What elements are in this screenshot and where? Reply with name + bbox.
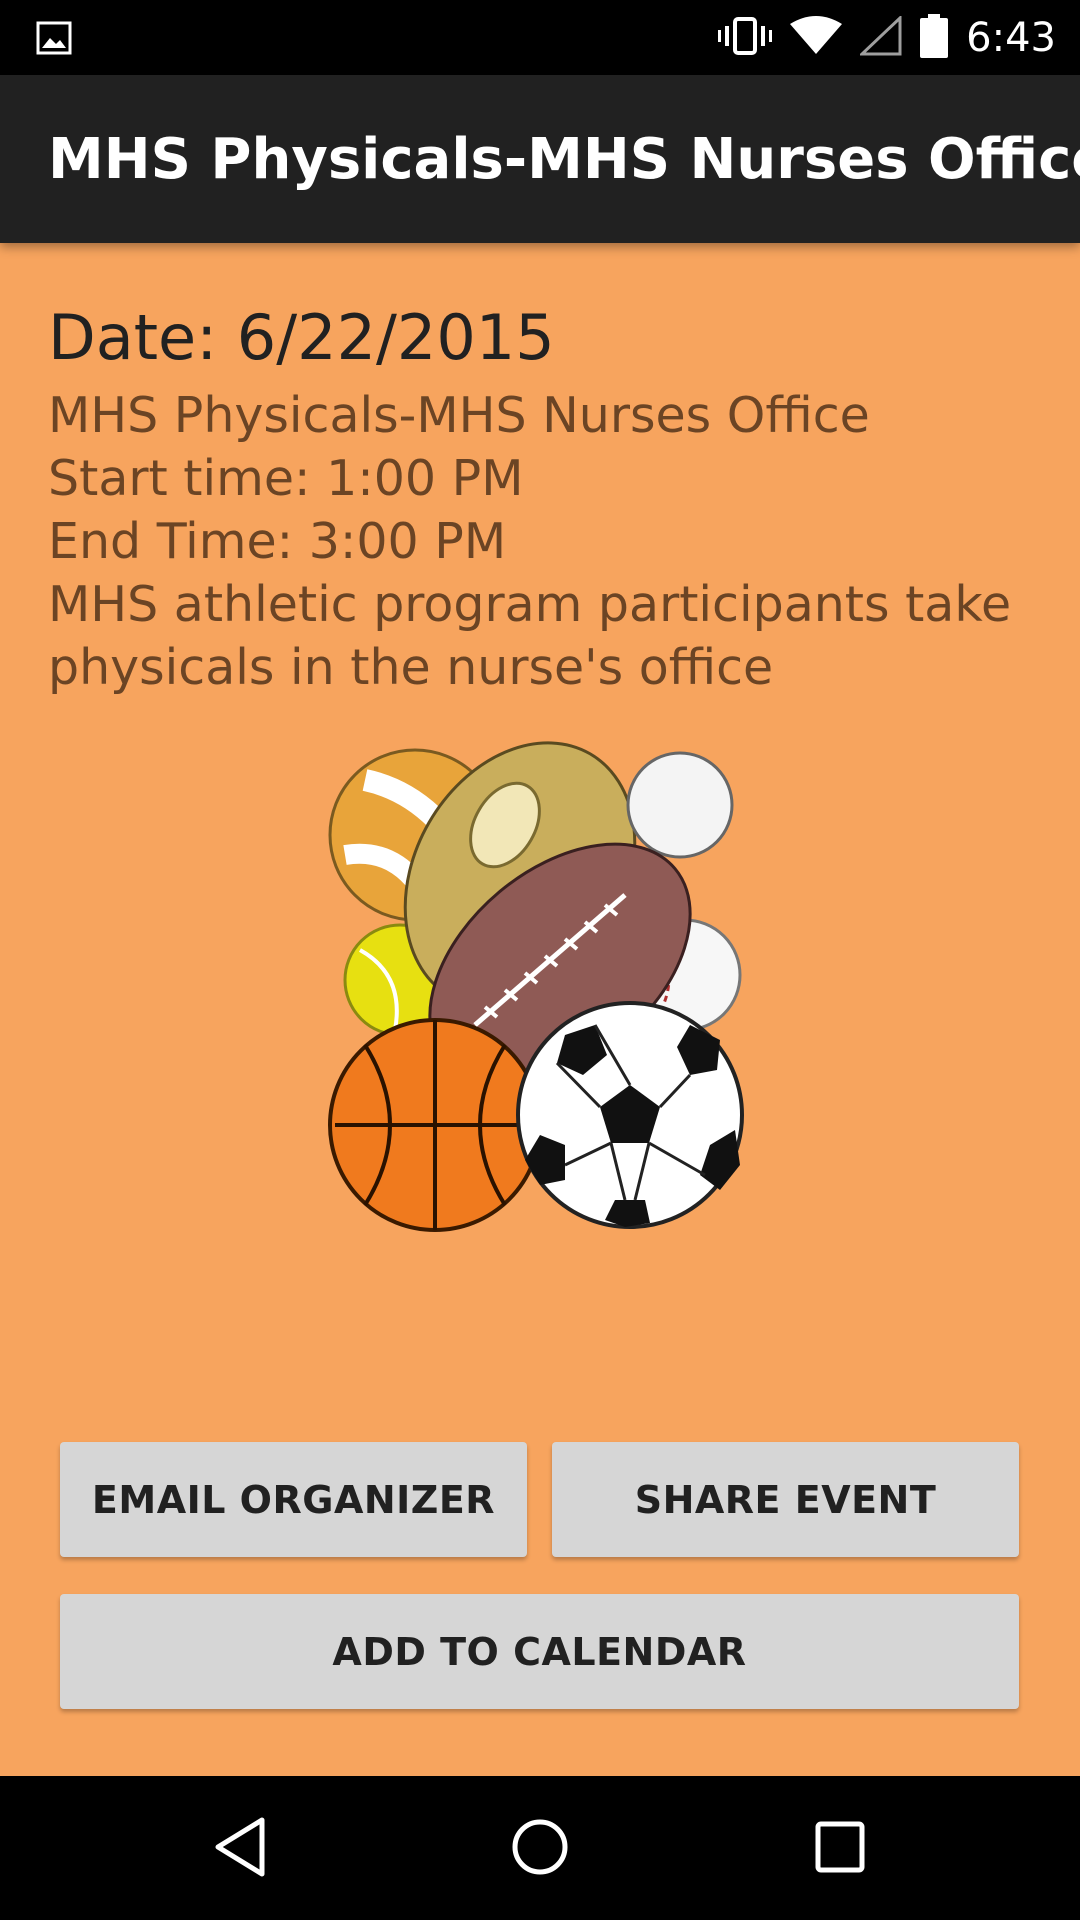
- event-description: MHS athletic program participants take p…: [48, 576, 1012, 696]
- image-icon: [36, 20, 72, 60]
- back-icon[interactable]: [210, 1812, 270, 1886]
- home-icon[interactable]: [505, 1812, 575, 1886]
- status-bar: 6:43: [0, 0, 1080, 75]
- event-title: MHS Physicals-MHS Nurses Office: [48, 387, 870, 444]
- app-bar: MHS Physicals-MHS Nurses Office: [0, 75, 1080, 243]
- add-to-calendar-button[interactable]: ADD TO CALENDAR: [60, 1594, 1019, 1709]
- navigation-bar: [0, 1776, 1080, 1920]
- signal-icon: [858, 14, 902, 60]
- sports-balls-image: [325, 735, 755, 1235]
- battery-icon: [920, 13, 949, 62]
- event-details: Date: 6/22/2015 MHS Physicals-MHS Nurses…: [48, 300, 1038, 699]
- wifi-icon: [790, 15, 843, 60]
- status-icons: 6:43: [718, 0, 1056, 75]
- event-start-time: Start time: 1:00 PM: [48, 450, 524, 507]
- email-organizer-button[interactable]: EMAIL ORGANIZER: [60, 1442, 527, 1557]
- event-date: Date: 6/22/2015: [48, 301, 555, 374]
- status-time: 6:43: [966, 14, 1056, 61]
- recents-icon[interactable]: [810, 1812, 870, 1886]
- page-title: MHS Physicals-MHS Nurses Office: [48, 127, 1080, 192]
- event-end-time: End Time: 3:00 PM: [48, 513, 507, 570]
- share-event-button[interactable]: SHARE EVENT: [552, 1442, 1019, 1557]
- vibrate-icon: [718, 16, 773, 60]
